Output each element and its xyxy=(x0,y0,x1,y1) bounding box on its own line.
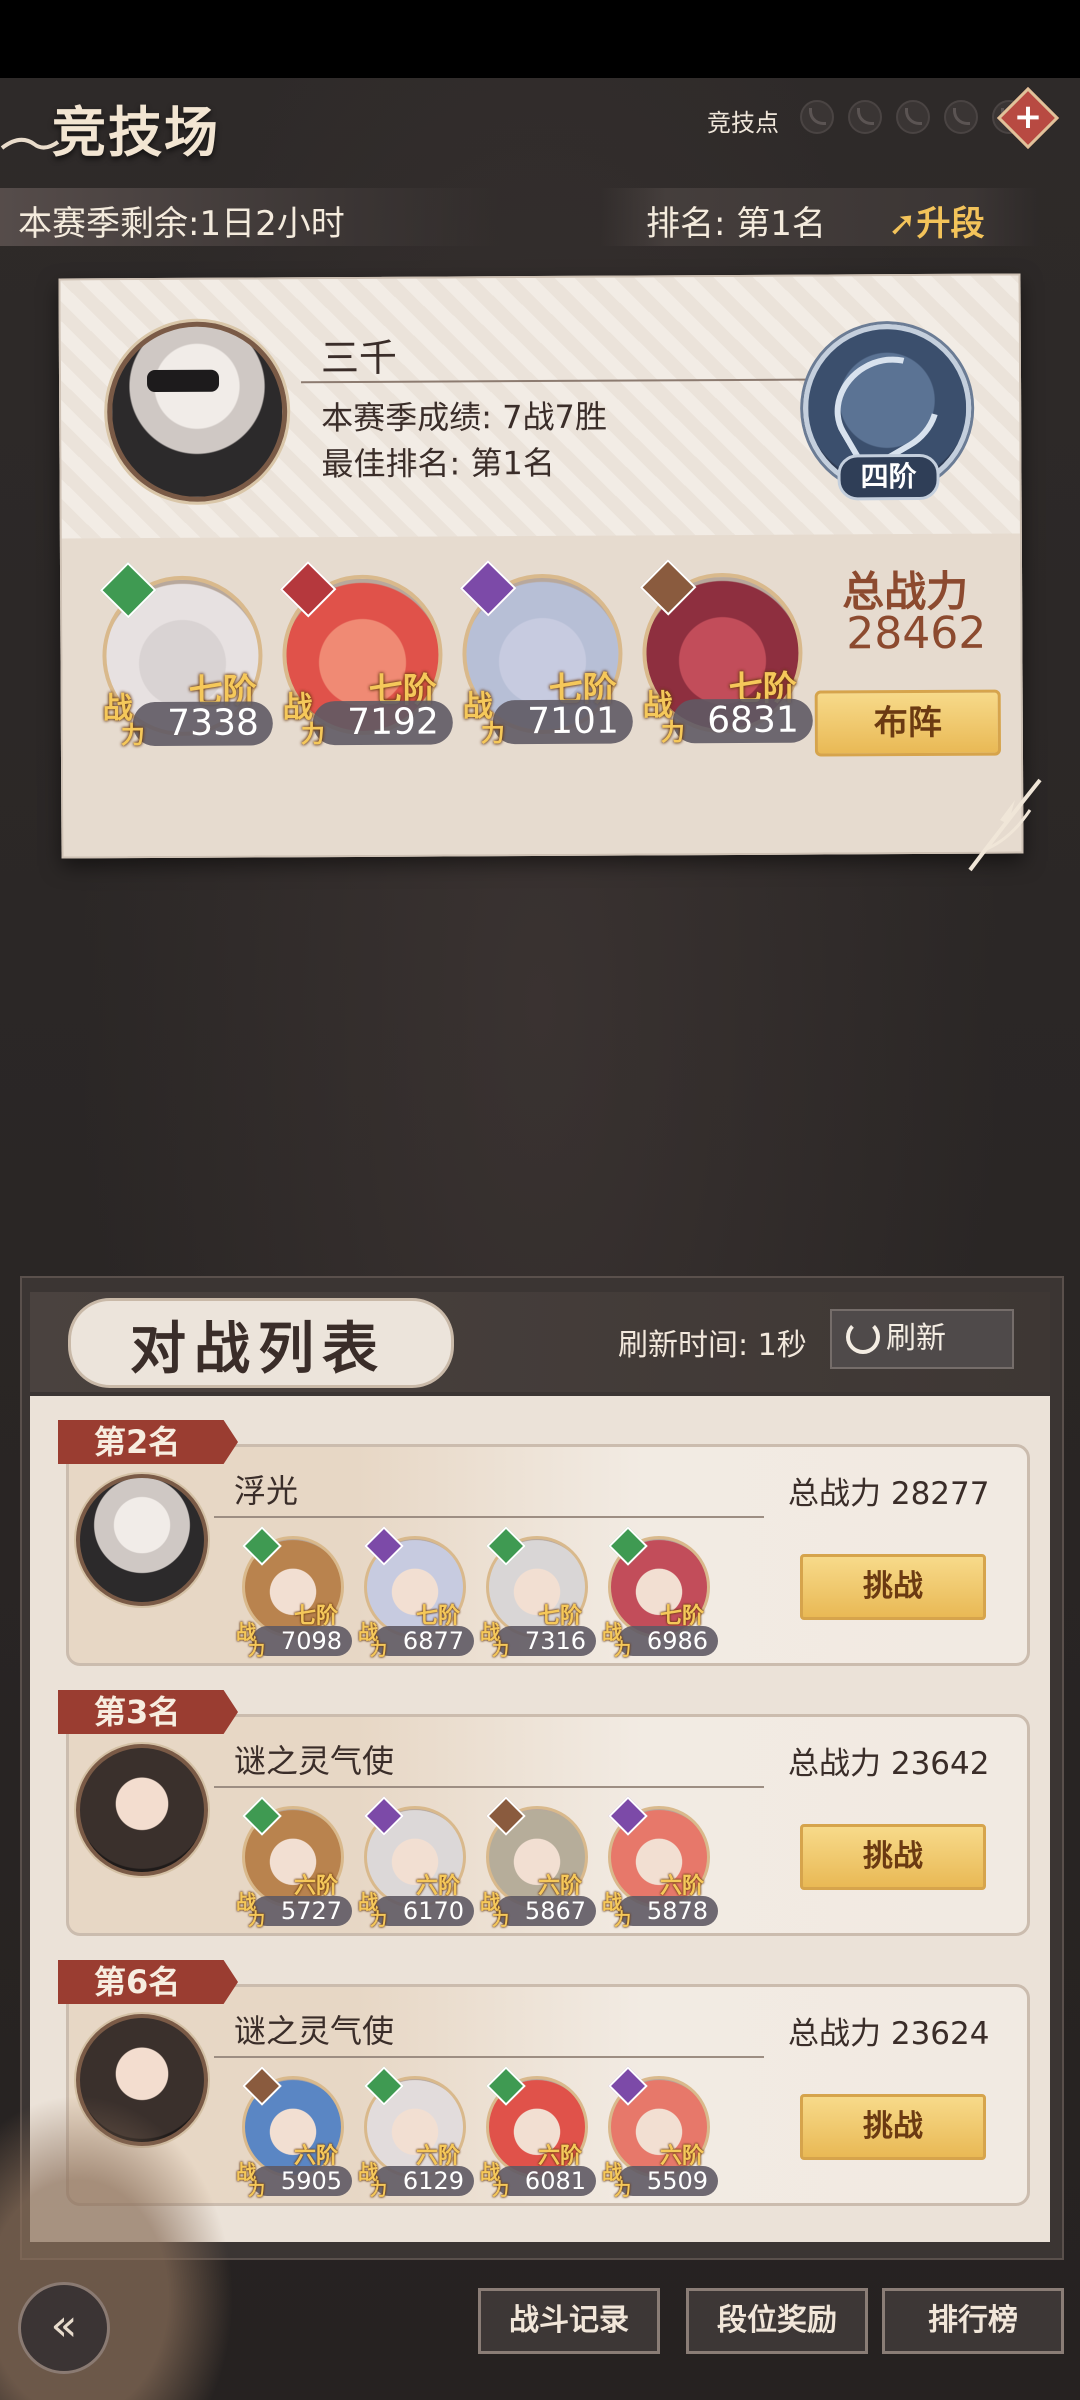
opponent-avatar[interactable] xyxy=(76,1474,208,1606)
power-label-li: 力 xyxy=(660,718,685,747)
battle-list-title: 对战列表 xyxy=(130,1317,386,1382)
power-label-zhan: 战 xyxy=(480,1890,500,1914)
power-label-li: 力 xyxy=(120,721,145,750)
power-label-li: 力 xyxy=(614,1640,631,1660)
hero-power: 5878 xyxy=(618,1896,718,1926)
upgrade-button[interactable]: ➚升段 xyxy=(888,196,985,245)
opponent-avatar[interactable] xyxy=(76,1744,208,1876)
power-label-zhan: 战 xyxy=(236,1620,256,1644)
hero-power: 5905 xyxy=(252,2166,352,2196)
up-arrow-icon: ➚ xyxy=(888,204,917,244)
deploy-button[interactable]: 布阵 xyxy=(814,689,1001,757)
power-label-li: 力 xyxy=(370,1640,387,1660)
season-remaining: 本赛季剩余:1日2小时 xyxy=(18,204,345,244)
hero-power: 7098 xyxy=(252,1626,352,1656)
power-label-li: 力 xyxy=(370,1910,387,1930)
challenge-button[interactable]: 挑战 xyxy=(800,2094,986,2160)
power-label-li: 力 xyxy=(614,2180,631,2200)
point-empty-icon xyxy=(800,100,834,134)
power-label-li: 力 xyxy=(492,1640,509,1660)
season-record: 本赛季成绩: 7战7胜 xyxy=(321,397,608,438)
player-name: 三千 xyxy=(320,335,398,381)
hero-power: 7316 xyxy=(496,1626,596,1656)
plus-icon: + xyxy=(1013,97,1043,137)
power-label-zhan: 战 xyxy=(358,2160,378,2184)
battle-log-button[interactable]: 战斗记录 xyxy=(478,2288,660,2354)
power-label-zhan: 战 xyxy=(358,1890,378,1914)
status-bar xyxy=(0,0,1080,78)
cloud-swirl-icon xyxy=(0,137,60,150)
power-label-li: 力 xyxy=(248,1640,265,1660)
arena-points xyxy=(800,100,1026,134)
eye-mask xyxy=(146,369,220,393)
opponent-name: 谜之灵气使 xyxy=(234,1742,395,1780)
tier-label: 四阶 xyxy=(837,453,940,501)
profile-card: 三千 本赛季成绩: 7战7胜 最佳排名: 第1名 四阶 七阶 7338 战 力 … xyxy=(58,273,1024,859)
power-label-zhan: 战 xyxy=(480,1620,500,1644)
refresh-time: 刷新时间: 1秒 xyxy=(618,1328,807,1363)
hero-power: 6081 xyxy=(496,2166,596,2196)
page-title: 竞技场 xyxy=(52,101,220,164)
power-label-zhan: 战 xyxy=(358,1620,378,1644)
back-arrow-icon: « xyxy=(50,2300,78,2351)
current-rank: 排名: 第1名 xyxy=(646,204,826,244)
hero-power: 5727 xyxy=(252,1896,352,1926)
hero-power: 5509 xyxy=(618,2166,718,2196)
hero-power: 6831 xyxy=(672,698,813,744)
power-label-li: 力 xyxy=(370,2180,387,2200)
divider xyxy=(214,1786,764,1788)
power-label-li: 力 xyxy=(492,1910,509,1930)
challenge-button[interactable]: 挑战 xyxy=(800,1554,986,1620)
hero-power: 6877 xyxy=(374,1626,474,1656)
power-label-li: 力 xyxy=(492,2180,509,2200)
arena-points-label: 竞技点 xyxy=(707,109,779,137)
hero-power: 6129 xyxy=(374,2166,474,2196)
point-empty-icon xyxy=(944,100,978,134)
best-rank: 最佳排名: 第1名 xyxy=(321,443,555,484)
power-label-li: 力 xyxy=(248,1910,265,1930)
opponent-name: 浮光 xyxy=(234,1472,299,1510)
power-label-li: 力 xyxy=(614,1910,631,1930)
opponent-rank-tag: 第3名 xyxy=(58,1690,238,1734)
refresh-label: 刷新 xyxy=(886,1321,946,1356)
hero-power: 6170 xyxy=(374,1896,474,1926)
power-label-zhan: 战 xyxy=(602,1890,622,1914)
hero-power: 7338 xyxy=(132,701,273,747)
tier-rewards-button[interactable]: 段位奖励 xyxy=(686,2288,868,2354)
refresh-button[interactable]: 刷新 xyxy=(830,1309,1014,1369)
power-label-zhan: 战 xyxy=(236,1890,256,1914)
opponent-total-power: 总战力 23642 xyxy=(788,1746,990,1782)
opponent-rank-tag: 第6名 xyxy=(58,1960,238,2004)
power-label-zhan: 战 xyxy=(480,2160,500,2184)
power-label-zhan: 战 xyxy=(602,1620,622,1644)
upgrade-label: 升段 xyxy=(916,204,985,244)
opponent-total-power: 总战力 23624 xyxy=(788,2016,990,2052)
opponent-total-power: 总战力 28277 xyxy=(788,1476,990,1512)
hero-power: 6986 xyxy=(618,1626,718,1656)
hero-power: 7192 xyxy=(312,700,453,746)
player-avatar[interactable] xyxy=(106,321,288,503)
hero-power: 7101 xyxy=(492,699,633,745)
opponent-name: 谜之灵气使 xyxy=(234,2012,395,2050)
hero-power: 5867 xyxy=(496,1896,596,1926)
opponent-rank-tag: 第2名 xyxy=(58,1420,238,1464)
power-label-li: 力 xyxy=(300,720,325,749)
challenge-button[interactable]: 挑战 xyxy=(800,1824,986,1890)
refresh-icon xyxy=(846,1320,880,1354)
power-label-li: 力 xyxy=(480,719,505,748)
divider xyxy=(214,1516,764,1518)
point-empty-icon xyxy=(896,100,930,134)
power-label-zhan: 战 xyxy=(602,2160,622,2184)
back-button[interactable]: « xyxy=(18,2282,110,2374)
feather-decoration-icon xyxy=(968,778,1042,872)
total-power-value: 28462 xyxy=(846,607,987,660)
point-empty-icon xyxy=(848,100,882,134)
leaderboard-button[interactable]: 排行榜 xyxy=(882,2288,1064,2354)
divider xyxy=(214,2056,764,2058)
